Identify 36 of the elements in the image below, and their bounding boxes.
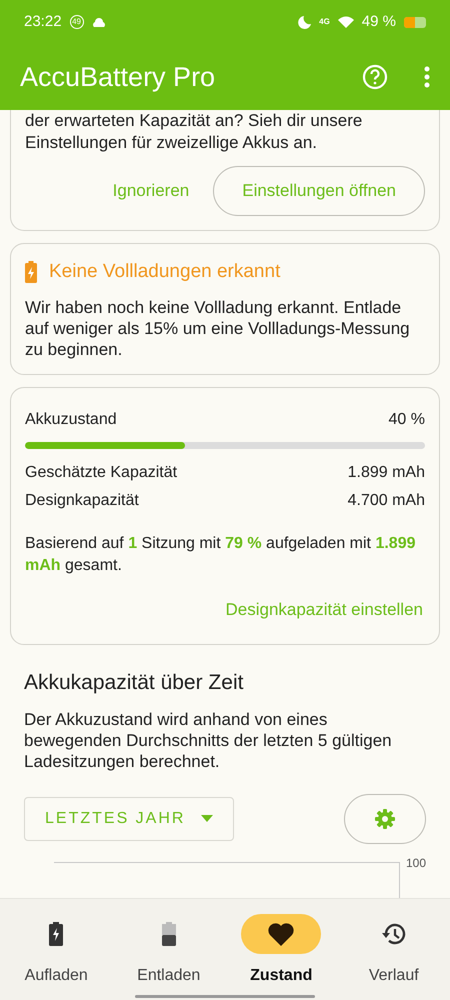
history-icon (380, 922, 407, 946)
health-value: 40 % (388, 410, 425, 430)
more-icon[interactable] (424, 66, 430, 88)
notice-text: der erwarteten Kapazität an? Sieh dir unsere Einstellungen für zweizellige Akkus an. (25, 110, 364, 154)
section-text: Der Akkuzustand wird anhand von eines bewegenden Durchschnitts der letzten 5 gültigen Ladesitzungen berechnet. (24, 708, 393, 772)
wifi-icon (338, 16, 354, 28)
health-summary: Basierend auf 1 Sitzung mit 79 % aufgeladen mit 1.899 mAh gesamt. (25, 534, 416, 576)
notification-badge: 49 (70, 15, 84, 29)
battery-icon (162, 922, 176, 946)
nav-tab[interactable]: Aufladen (0, 914, 112, 995)
app-title: AccuBattery Pro (20, 60, 216, 94)
section-title: Akkukapazität über Zeit (24, 670, 244, 696)
chart-settings-button[interactable] (344, 794, 426, 844)
cloud-icon (92, 18, 106, 26)
health-label: Akkuzustand (25, 410, 117, 430)
warning-title: Keine Vollladungen erkannt (49, 260, 280, 284)
capacity-value: 4.700 mAh (348, 490, 425, 510)
nav-tab[interactable]: Zustand (225, 914, 338, 995)
battery-charging-icon (25, 261, 37, 284)
capacity-label: Geschätzte Kapazität (25, 462, 178, 482)
battery-charging-icon (49, 922, 64, 946)
settings-icon (375, 808, 395, 828)
moon-icon (298, 16, 312, 28)
capacity-label: Designkapazität (25, 490, 139, 510)
axis-tick-label: 100 (406, 854, 426, 872)
help-icon[interactable] (362, 64, 388, 90)
status-time: 23:22 (24, 12, 62, 32)
caret-icon (201, 815, 214, 822)
capacity-value: 1.899 mAh (348, 462, 425, 482)
warning-text: Wir haben noch keine Vollladung erkannt. Entlade auf weniger als 15% um eine Vollladungs-Messung zu beginnen. (25, 296, 411, 360)
nav-tab[interactable]: Entladen (112, 914, 225, 995)
battery-icon (404, 16, 426, 28)
battery-percent: 49 % (362, 12, 396, 32)
network-type: 4G (319, 16, 330, 28)
nav-tab[interactable]: Verlauf (338, 914, 450, 995)
heart-icon (268, 922, 294, 946)
